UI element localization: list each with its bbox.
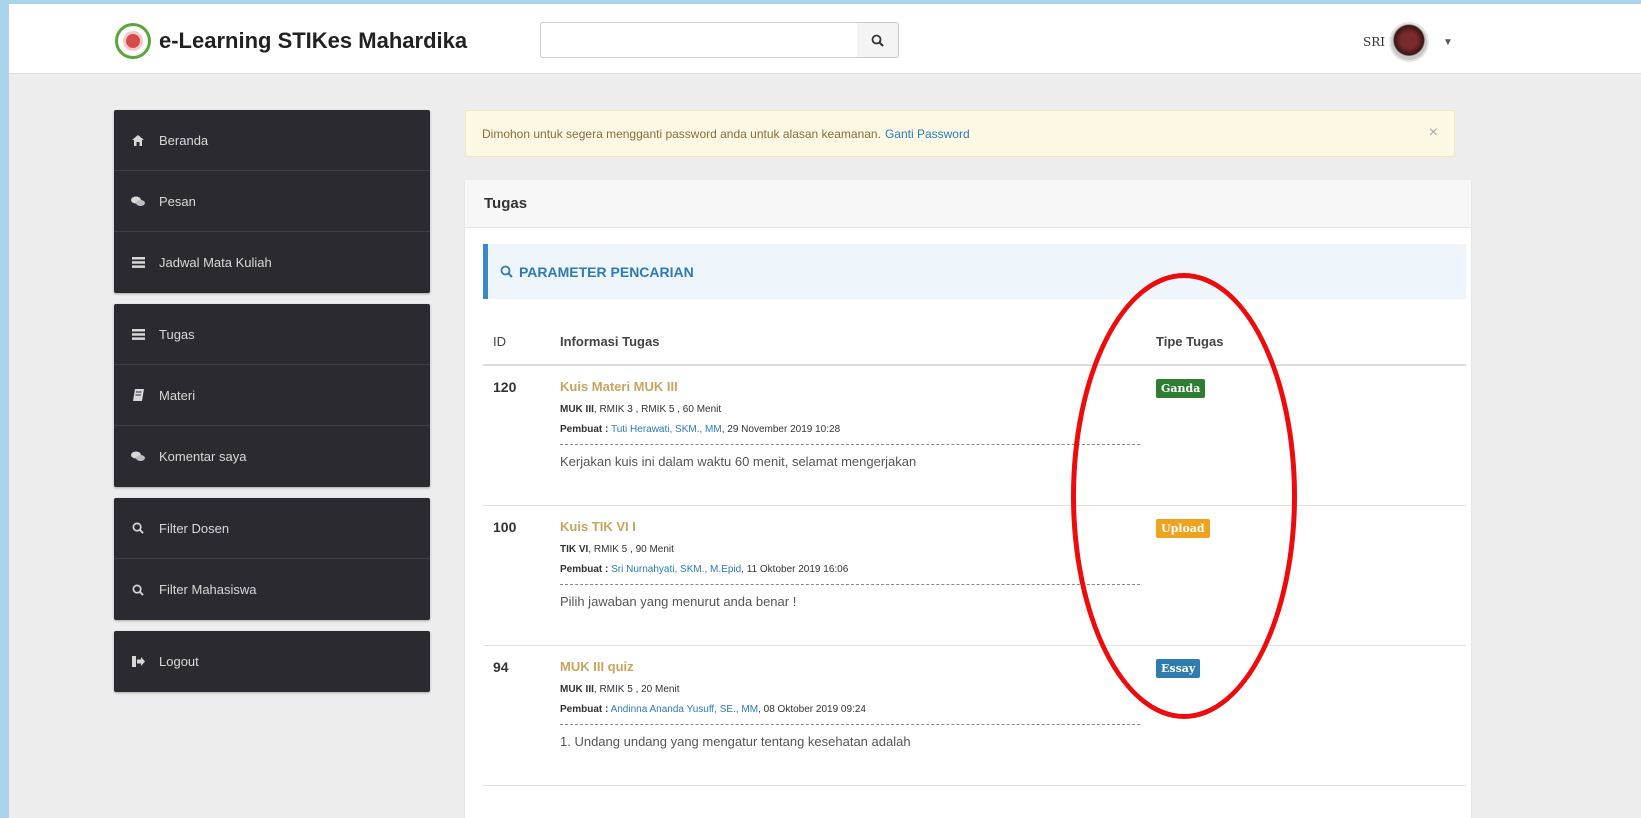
brand[interactable]: e-Learning STIKes Mahardika	[115, 23, 467, 59]
comments-icon	[131, 194, 145, 208]
task-info: Kuis TIK VI I TIK VI, RMIK 5 , 90 Menit …	[560, 519, 1140, 609]
table-row: 94 MUK III quiz MUK III, RMIK 5 , 20 Men…	[483, 647, 1466, 786]
creator-link[interactable]: Sri Nurnahyati, SKM., M.Epid	[611, 564, 741, 575]
sidebar-item-label: Filter Mahasiswa	[159, 582, 257, 597]
user-name: SRI	[1363, 35, 1385, 49]
task-meta: TIK VI, RMIK 5 , 90 Menit	[560, 544, 1140, 555]
creator-label: Pembuat :	[560, 424, 609, 435]
task-meta: MUK III, RMIK 5 , 20 Menit	[560, 684, 1140, 695]
task-type-badge: Essay	[1156, 659, 1201, 678]
column-header-info: Informasi Tugas	[560, 334, 660, 349]
creator-label: Pembuat :	[560, 704, 609, 715]
task-course: MUK III	[560, 684, 594, 695]
task-creator: Pembuat : Tuti Herawati, SKM., MM, 29 No…	[560, 424, 1140, 445]
comments-icon	[131, 450, 145, 464]
caret-down-icon[interactable]: ▼	[1443, 37, 1453, 48]
navbar: e-Learning STIKes Mahardika SRI ▼	[9, 4, 1641, 74]
brand-title: e-Learning STIKes Mahardika	[159, 28, 468, 53]
tasks-panel: Tugas PARAMETER PENCARIAN ID Informasi T…	[465, 180, 1471, 818]
change-password-link[interactable]: Ganti Password	[885, 127, 970, 141]
search-parameter-label: PARAMETER PENCARIAN	[519, 263, 694, 280]
sidebar-item-label: Beranda	[159, 132, 209, 148]
task-created: , 29 November 2019 10:28	[721, 424, 841, 435]
task-meta-detail: , RMIK 5 , 20 Menit	[593, 684, 680, 695]
sidebar-item-label: Materi	[159, 387, 196, 403]
sidebar-item-label: Komentar saya	[159, 449, 247, 464]
sidebar-item-label: Jadwal Mata Kuliah	[159, 255, 272, 270]
task-course: MUK III	[560, 404, 594, 415]
sidebar-item-materi[interactable]: Materi	[114, 365, 430, 426]
task-info: Kuis Materi MUK III MUK III, RMIK 3 , RM…	[560, 379, 1140, 469]
column-header-id: ID	[493, 334, 506, 349]
book-icon	[131, 388, 145, 402]
creator-link[interactable]: Tuti Herawati, SKM., MM	[611, 424, 722, 435]
task-meta-detail: , RMIK 3 , RMIK 5 , 60 Menit	[593, 404, 722, 415]
app-window: e-Learning STIKes Mahardika SRI ▼ Berand…	[9, 4, 1641, 818]
sidebar-item-label: Filter Dosen	[159, 520, 230, 536]
task-created: , 11 Oktober 2019 16:06	[741, 564, 849, 575]
sidebar-group-filter: Filter Dosen Filter Mahasiswa	[114, 498, 430, 620]
close-icon[interactable]: ×	[1429, 124, 1438, 142]
sidebar-group-course: Tugas Materi Komentar saya	[114, 304, 430, 487]
table-header: ID Informasi Tugas Tipe Tugas	[483, 328, 1466, 366]
search-icon	[871, 34, 884, 47]
creator-label: Pembuat :	[560, 564, 609, 575]
list-icon	[131, 327, 145, 341]
search-button[interactable]	[857, 22, 899, 58]
search-icon	[500, 265, 513, 278]
column-header-type: Tipe Tugas	[1156, 334, 1224, 349]
logo-icon	[115, 23, 151, 59]
sidebar-item-logout[interactable]: Logout	[114, 631, 430, 692]
task-meta: MUK III, RMIK 3 , RMIK 5 , 60 Menit	[560, 404, 1140, 415]
panel-title: Tugas	[465, 180, 1471, 228]
creator-link[interactable]: Andinna Ananda Yusuff, SE., MM	[611, 704, 759, 715]
task-id: 120	[493, 379, 517, 395]
alert-message: Dimohon untuk segera mengganti password …	[482, 126, 881, 141]
home-icon	[131, 133, 145, 147]
user-menu[interactable]: SRI ▼	[1363, 22, 1453, 62]
sidebar-item-jadwal[interactable]: Jadwal Mata Kuliah	[114, 232, 430, 293]
task-type-badge: Upload	[1156, 519, 1210, 538]
task-type-badge: Ganda	[1156, 379, 1206, 398]
task-info: MUK III quiz MUK III, RMIK 5 , 20 Menit …	[560, 659, 1140, 749]
sidebar-item-beranda[interactable]: Beranda	[114, 110, 430, 171]
task-created: , 08 Oktober 2019 09:24	[758, 704, 866, 715]
table-row: 120 Kuis Materi MUK III MUK III, RMIK 3 …	[483, 367, 1466, 506]
task-description: Pilih jawaban yang menurut anda benar !	[560, 594, 797, 609]
task-title-link[interactable]: Kuis Materi MUK III	[560, 379, 1140, 394]
sign-out-icon	[131, 655, 145, 669]
search-parameter-toggle[interactable]: PARAMETER PENCARIAN	[483, 244, 1466, 299]
task-id: 94	[493, 659, 509, 675]
task-creator: Pembuat : Andinna Ananda Yusuff, SE., MM…	[560, 704, 1140, 725]
task-title-link[interactable]: Kuis TIK VI I	[560, 519, 1140, 534]
password-alert: Dimohon untuk segera mengganti password …	[465, 110, 1455, 157]
task-id: 100	[493, 519, 517, 535]
task-description: Kerjakan kuis ini dalam waktu 60 menit, …	[560, 454, 917, 469]
sidebar-group-main: Beranda Pesan Jadwal Mata Kuliah	[114, 110, 430, 293]
sidebar-group-logout: Logout	[114, 631, 430, 692]
table-row: 100 Kuis TIK VI I TIK VI, RMIK 5 , 90 Me…	[483, 507, 1466, 646]
sidebar-item-label: Tugas	[159, 326, 195, 342]
task-course: TIK VI	[560, 544, 589, 555]
task-title-link[interactable]: MUK III quiz	[560, 659, 1140, 674]
sidebar-item-komentar[interactable]: Komentar saya	[114, 426, 430, 487]
sidebar-item-filter-dosen[interactable]: Filter Dosen	[114, 498, 430, 559]
search-input[interactable]	[540, 22, 858, 58]
task-meta-detail: , RMIK 5 , 90 Menit	[588, 544, 674, 555]
search-icon	[131, 521, 145, 535]
task-description: 1. Undang undang yang mengatur tentang k…	[560, 734, 911, 749]
sidebar-item-label: Pesan	[159, 193, 196, 209]
sidebar-item-tugas[interactable]: Tugas	[114, 304, 430, 365]
sidebar-item-filter-mahasiswa[interactable]: Filter Mahasiswa	[114, 559, 430, 620]
avatar[interactable]	[1389, 22, 1429, 62]
sidebar-item-label: Logout	[159, 654, 199, 669]
task-creator: Pembuat : Sri Nurnahyati, SKM., M.Epid, …	[560, 564, 1140, 585]
search-icon	[131, 583, 145, 597]
sidebar-item-pesan[interactable]: Pesan	[114, 171, 430, 232]
list-icon	[131, 256, 145, 270]
